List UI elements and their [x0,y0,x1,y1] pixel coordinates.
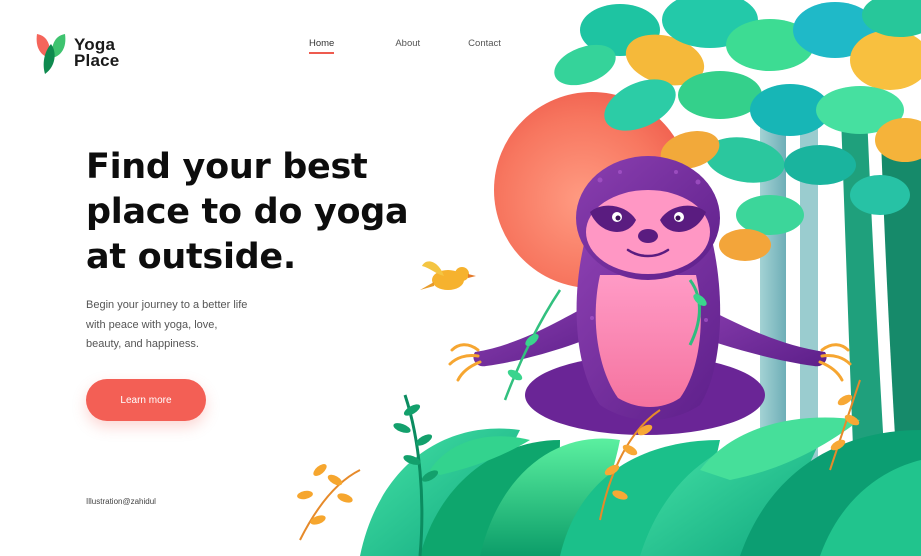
hero-subtext-line1: Begin your journey to a better life [86,299,248,311]
hero-subtext-line3: beauty, and happiness. [86,338,199,350]
hero-subtext: Begin your journey to a better life with… [86,296,286,355]
brand-name: Yoga Place [74,36,120,70]
hero-headline-line3: at outside. [86,237,296,277]
illustration-credit: Illustration@zahidul [86,497,156,506]
sloth-yoga-illustration [297,0,921,556]
brand-name-line2: Place [74,51,120,70]
brand-logo[interactable]: Yoga Place [34,30,119,76]
hero-subtext-line2: with peace with yoga, love, [86,318,218,331]
leaf-logo-icon [36,34,66,74]
learn-more-button[interactable]: Learn more [86,379,206,421]
